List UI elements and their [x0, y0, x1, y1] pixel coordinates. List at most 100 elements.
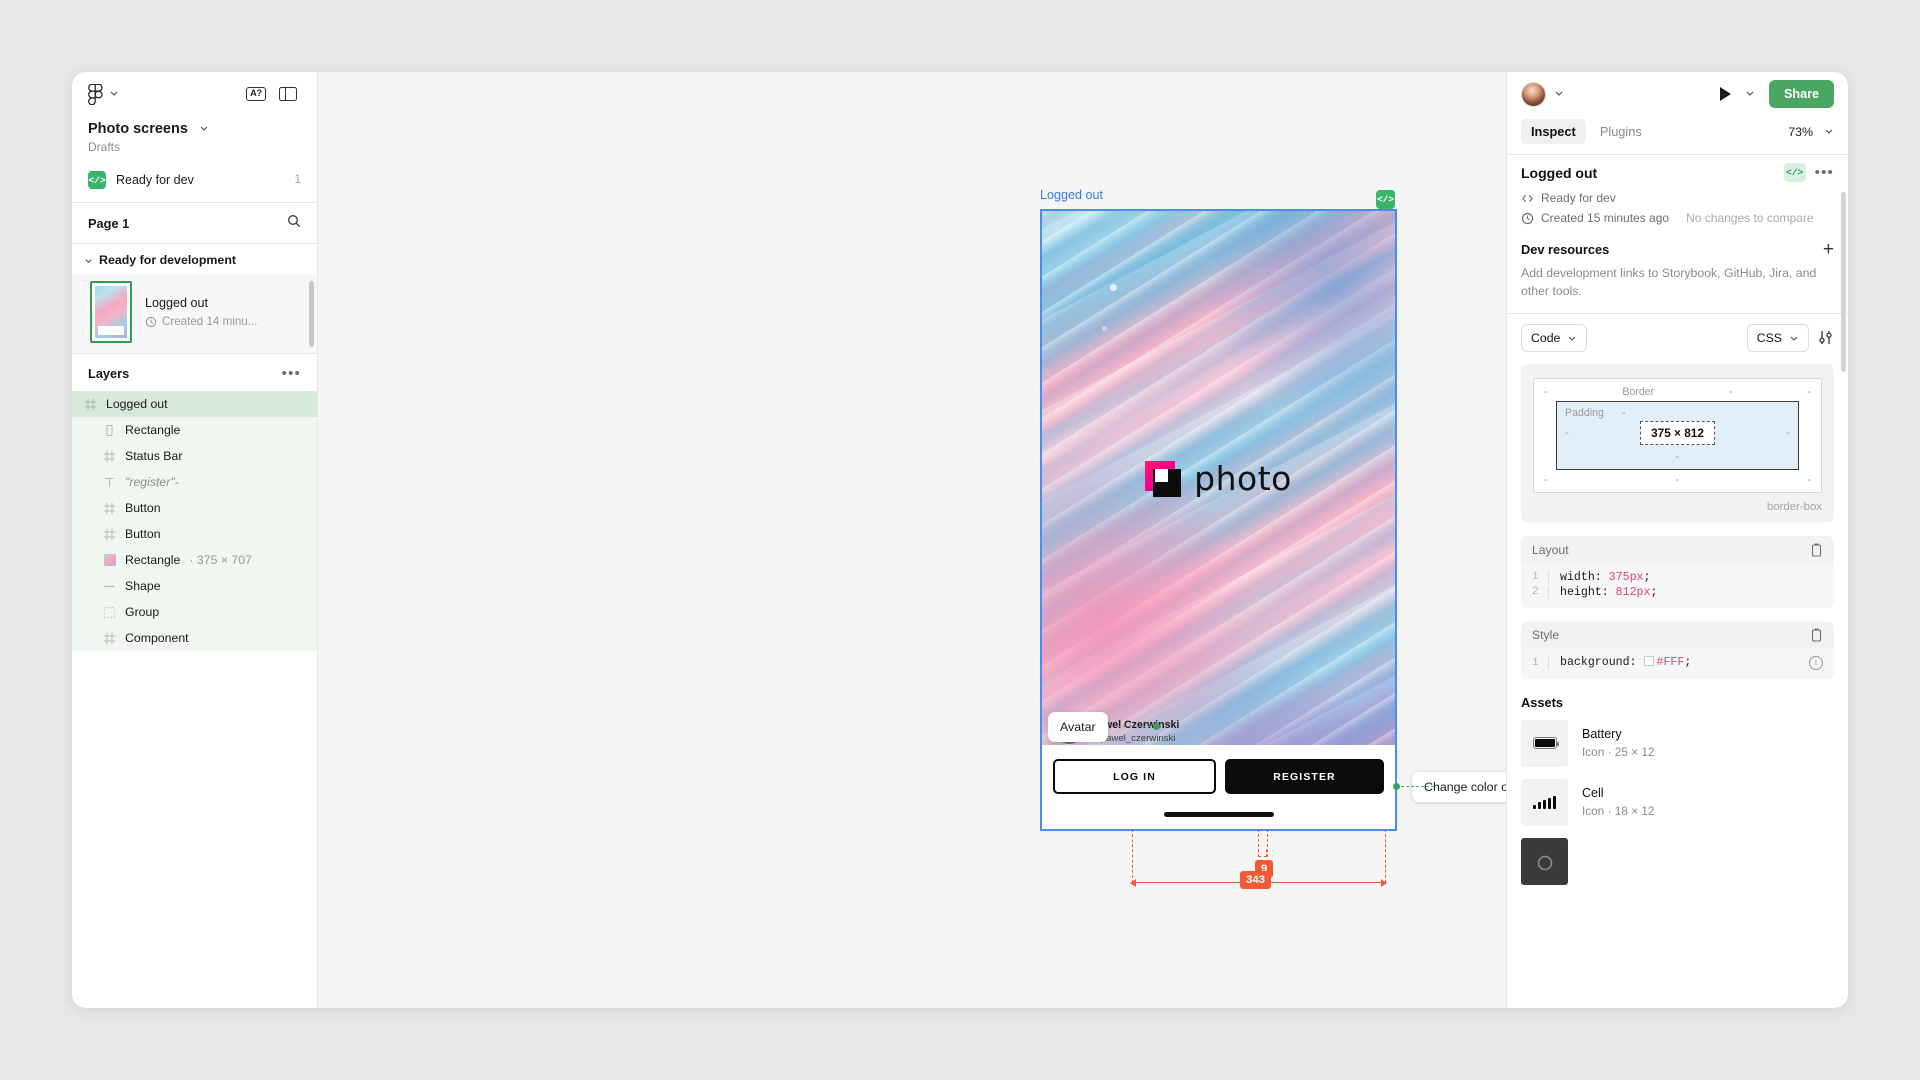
annotation-pin-icon[interactable] — [1393, 783, 1400, 790]
assets-section: Assets Battery Icon · 25 × 12 Cell Icon … — [1507, 679, 1848, 897]
layer-row[interactable]: Logged out — [72, 391, 317, 418]
play-chevron-down-icon[interactable] — [1745, 85, 1755, 103]
zoom-chevron-down-icon[interactable] — [1824, 123, 1834, 141]
account-chevron-down-icon[interactable] — [1554, 85, 1564, 103]
layer-row[interactable]: Shape — [72, 573, 317, 600]
search-icon[interactable] — [287, 214, 301, 233]
selection-status: Ready for dev — [1541, 191, 1616, 205]
border-dash-top: - — [1728, 385, 1733, 398]
selection-header: Logged out </> ••• — [1507, 155, 1848, 188]
chevron-down-icon[interactable] — [109, 85, 119, 103]
section-ready-for-development[interactable]: Ready for development — [72, 244, 317, 275]
user-avatar[interactable] — [1521, 81, 1546, 107]
selection-more-icon[interactable]: ••• — [1815, 165, 1834, 180]
padding-label: Padding — [1565, 406, 1604, 419]
card-meta: Created 14 minu... — [145, 315, 305, 328]
code-text: background: #FFF; — [1560, 656, 1692, 670]
language-value: CSS — [1756, 330, 1782, 345]
dev-resources-description: Add development links to Storybook, GitH… — [1521, 266, 1817, 299]
padding-dash-top: - — [1621, 406, 1626, 419]
code-line-number: 1 — [1532, 571, 1539, 584]
annotation-pin-icon[interactable] — [1153, 723, 1160, 730]
panel-layout-icon[interactable] — [275, 83, 301, 105]
code-type-value: Code — [1531, 330, 1561, 345]
sliders-icon[interactable] — [1817, 329, 1834, 346]
code-controls: Code CSS — [1507, 314, 1848, 364]
dev-resources-section: Dev resources + Add development links to… — [1507, 228, 1848, 313]
page-name: Page 1 — [88, 215, 130, 231]
asset-item-camera[interactable] — [1521, 837, 1834, 885]
layer-row[interactable]: Status Bar — [72, 443, 317, 470]
share-button[interactable]: Share — [1768, 80, 1834, 108]
home-indicator — [1163, 812, 1274, 817]
layer-name: Button — [125, 501, 161, 516]
layers-more-icon[interactable]: ••• — [282, 366, 301, 381]
padding-dash-right: - — [1786, 426, 1790, 439]
layer-name: Component — [125, 631, 189, 646]
layer-row[interactable]: Group — [72, 599, 317, 626]
clock-icon — [145, 316, 157, 327]
right-toolbar: Share — [1507, 72, 1848, 116]
card-scrollbar[interactable] — [309, 281, 314, 348]
frame-code-icon[interactable]: </> — [1376, 190, 1395, 209]
asset-item-cell[interactable]: Cell Icon · 18 × 12 — [1521, 778, 1834, 826]
measure-bracket — [1258, 850, 1267, 857]
layer-name: Rectangle — [125, 553, 181, 568]
login-button[interactable]: LOG IN — [1053, 759, 1216, 794]
style-card-title: Style — [1532, 627, 1560, 642]
dev-resources-title: Dev resources — [1521, 242, 1610, 258]
layers-list: Logged out Rectangle Status Bar "register"-… — [72, 391, 317, 652]
code-text: height: 812px; — [1560, 585, 1658, 599]
plus-icon[interactable]: + — [1823, 240, 1834, 259]
layer-row[interactable]: Rectangle · 375 × 707 — [72, 547, 317, 574]
canvas[interactable]: Logged out </> photo Pawel Czerwinski @p… — [318, 72, 1506, 1008]
code-line: 1 background: #FFF; i — [1521, 655, 1834, 671]
selection-title: Logged out — [1521, 164, 1598, 181]
font-tool-icon[interactable]: A? — [243, 83, 269, 105]
copy-icon[interactable] — [1810, 543, 1823, 557]
layer-row[interactable]: Component — [72, 625, 317, 652]
layer-name: Status Bar — [125, 449, 183, 464]
zoom-level[interactable]: 73% — [1788, 125, 1813, 139]
register-button[interactable]: REGISTER — [1225, 759, 1384, 794]
box-model-diagram: - Border - - Padding - - 375 × 812 - - -… — [1521, 363, 1834, 523]
selection-code-icon[interactable]: </> — [1783, 163, 1806, 182]
file-menu-chevron-down-icon[interactable] — [199, 120, 209, 138]
code-type-select[interactable]: Code — [1521, 323, 1588, 352]
component-icon — [103, 502, 116, 515]
layer-name: "register"- — [125, 475, 179, 490]
measure-width-label: 343 — [1240, 871, 1272, 890]
file-subtitle: Drafts — [88, 140, 121, 155]
photo-logo: photo — [1042, 459, 1395, 498]
layer-row[interactable]: "register"- — [72, 469, 317, 496]
annotation-avatar[interactable]: Avatar — [1048, 712, 1108, 742]
layer-row[interactable]: Button — [72, 521, 317, 548]
ready-for-dev-row[interactable]: </> Ready for dev 1 — [72, 164, 317, 202]
tab-inspect[interactable]: Inspect — [1521, 119, 1586, 144]
layer-name: Shape — [125, 579, 161, 594]
dev-ready-card[interactable]: Logged out Created 14 minu... — [72, 275, 317, 354]
info-icon[interactable]: i — [1809, 655, 1823, 670]
right-panel-scrollbar[interactable] — [1841, 192, 1846, 372]
layer-row[interactable]: Rectangle — [72, 417, 317, 444]
assets-title: Assets — [1521, 694, 1563, 710]
frame-label[interactable]: Logged out — [1040, 188, 1103, 202]
code-line-number: 1 — [1532, 656, 1539, 669]
tab-plugins[interactable]: Plugins — [1590, 119, 1652, 144]
selection-created: Created 15 minutes ago — [1541, 211, 1670, 225]
style-code-body: 1 background: #FFF; i — [1521, 648, 1834, 679]
copy-icon[interactable] — [1810, 628, 1823, 642]
box-model-padding: Padding - - 375 × 812 - - — [1556, 400, 1799, 470]
asset-item-battery[interactable]: Battery Icon · 25 × 12 — [1521, 719, 1834, 767]
figma-logo-icon[interactable] — [88, 83, 103, 105]
box-model-border: - Border - - Padding - - 375 × 812 - - -… — [1533, 377, 1822, 493]
asset-meta: Icon · 25 × 12 — [1582, 745, 1655, 760]
annotation-change-color[interactable]: Change color on click — [1412, 772, 1506, 802]
layer-name: Logged out — [106, 397, 168, 412]
selection-compare: No changes to compare — [1686, 211, 1814, 225]
page-row[interactable]: Page 1 — [72, 203, 317, 243]
component-icon — [84, 398, 97, 411]
language-select[interactable]: CSS — [1746, 323, 1809, 352]
layer-row[interactable]: Button — [72, 495, 317, 522]
play-icon[interactable] — [1719, 87, 1731, 101]
